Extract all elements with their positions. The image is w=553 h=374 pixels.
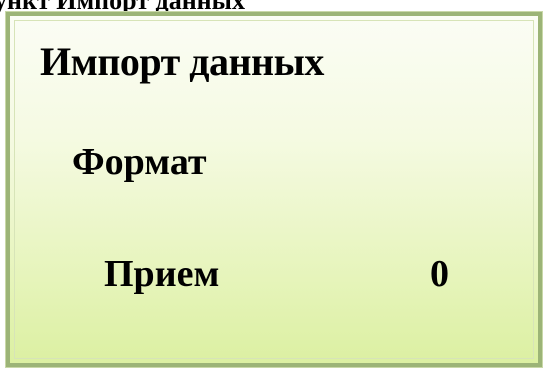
format-menu-item[interactable]: Формат xyxy=(72,140,207,184)
device-screen-panel: Импорт данных Формат Прием 0 xyxy=(5,11,543,368)
screen-title: Импорт данных xyxy=(40,39,324,84)
receive-label: Прием xyxy=(104,253,220,295)
page: ункт Импорт данных Импорт данных Формат … xyxy=(0,0,553,374)
receive-counter-value: 0 xyxy=(430,253,449,295)
